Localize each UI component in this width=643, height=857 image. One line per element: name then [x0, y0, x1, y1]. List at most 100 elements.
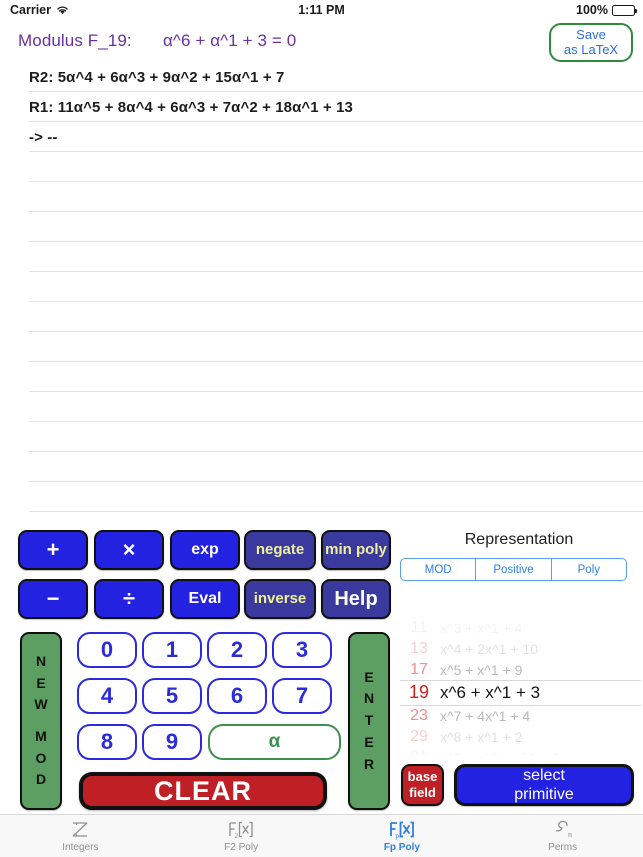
result-row[interactable] — [0, 242, 643, 272]
picker-row-polynomial: x^7 + 4x^1 + 4 — [440, 707, 531, 724]
base-field-button[interactable]: base field — [401, 764, 444, 806]
operator-button-min-poly[interactable]: min poly — [321, 530, 391, 570]
enter-button[interactable]: E N T E R — [348, 632, 390, 810]
representation-option-positive[interactable]: Positive — [475, 559, 550, 580]
digit-key-label: 8 — [100, 729, 114, 754]
primitive-polynomial-picker[interactable]: 11 x^3 + x^1 + 4 13 x^4 + 2x^1 + 10 17 x^5 + … — [398, 615, 643, 755]
save-as-latex-button[interactable]: Save as LaTeX — [549, 23, 633, 62]
picker-row[interactable]: 11 x^3 + x^1 + 4 — [398, 617, 643, 638]
operator-button-help[interactable]: Help — [321, 579, 391, 619]
new-mod-label-e: E — [36, 674, 46, 691]
result-row[interactable] — [0, 272, 643, 302]
operator-button-÷[interactable]: ÷ — [94, 579, 164, 619]
result-row[interactable] — [0, 302, 643, 332]
picker-row-prime: 17 — [410, 660, 428, 678]
digit-key-5[interactable]: 5 — [142, 678, 202, 714]
operator-button-−[interactable]: − — [18, 579, 88, 619]
picker-row-selected[interactable]: 19 x^6 + x^1 + 3 — [398, 680, 643, 705]
digit-key-3[interactable]: 3 — [272, 632, 332, 668]
digit-key-label: 3 — [295, 637, 309, 662]
enter-label-n: N — [363, 690, 375, 707]
representation-option-poly[interactable]: Poly — [550, 559, 626, 580]
f2-poly-icon: 2 — [226, 819, 256, 840]
results-table[interactable]: R2: 5α^4 + 6α^3 + 9α^2 + 15α^1 + 7 R1: 11… — [0, 62, 643, 517]
tab-fp-poly[interactable]: p Fp Poly — [322, 819, 483, 853]
tab-f2-poly[interactable]: 2 F2 Poly — [161, 819, 322, 853]
digit-key-7[interactable]: 7 — [272, 678, 332, 714]
tab-integers[interactable]: Integers — [0, 819, 161, 853]
picker-row-polynomial: x^9 + x^2 + x^1 + 6 — [440, 750, 560, 756]
perms-sn-icon: n — [551, 819, 575, 840]
representation-option-mod[interactable]: MOD — [401, 559, 475, 580]
representation-option-label: MOD — [424, 563, 452, 576]
digit-key-4[interactable]: 4 — [77, 678, 137, 714]
status-bar-time: 1:11 PM — [298, 3, 345, 17]
result-row[interactable] — [0, 362, 643, 392]
result-row-text: R2: 5α^4 + 6α^3 + 9α^2 + 15α^1 + 7 — [29, 69, 285, 86]
save-as-latex-line1: Save — [576, 26, 606, 42]
picker-row[interactable]: 13 x^4 + 2x^1 + 10 — [398, 638, 643, 659]
operator-button-inverse[interactable]: inverse — [244, 579, 316, 619]
operator-button-negate[interactable]: negate — [244, 530, 316, 570]
picker-row[interactable]: 17 x^5 + x^1 + 9 — [398, 659, 643, 680]
result-row[interactable] — [0, 392, 643, 422]
new-mod-label-m: M — [35, 728, 47, 744]
result-row[interactable] — [0, 152, 643, 182]
tab-perms[interactable]: n Perms — [482, 819, 643, 853]
new-mod-label-n: N — [35, 652, 47, 669]
picker-row-prime: 31 — [398, 749, 440, 756]
base-field-line1: base — [407, 768, 438, 784]
digit-key-label: 2 — [230, 637, 244, 662]
alpha-key-label: α — [268, 731, 281, 752]
digit-key-0[interactable]: 0 — [77, 632, 137, 668]
result-row[interactable]: -> -- — [0, 122, 643, 152]
picker-row-prime: 23 — [410, 706, 428, 724]
result-row-text: R1: 11α^5 + 8α^4 + 6α^3 + 7α^2 + 18α^1 +… — [29, 99, 353, 116]
picker-row[interactable]: 31x^9 + x^2 + x^1 + 6 — [398, 747, 643, 756]
operator-button-+[interactable]: + — [18, 530, 88, 570]
digit-key-6[interactable]: 6 — [207, 678, 267, 714]
digit-key-1[interactable]: 1 — [142, 632, 202, 668]
result-row[interactable]: R1: 11α^5 + 8α^4 + 6α^3 + 7α^2 + 18α^1 +… — [0, 92, 643, 122]
digit-key-8[interactable]: 8 — [77, 724, 137, 760]
tab-label: Perms — [548, 842, 578, 853]
result-row[interactable] — [0, 332, 643, 362]
tab-label: F2 Poly — [224, 842, 259, 853]
picker-row-prime: 19 — [408, 682, 430, 702]
enter-label-e: E — [364, 668, 374, 685]
digit-key-2[interactable]: 2 — [207, 632, 267, 668]
tab-label: Fp Poly — [383, 842, 420, 853]
operator-button-label: min poly — [325, 541, 387, 559]
alpha-key[interactable]: α — [208, 724, 341, 760]
clear-button[interactable]: CLEAR — [79, 772, 327, 810]
representation-segmented-control[interactable]: MOD Positive Poly — [400, 558, 627, 581]
representation-option-label: Poly — [577, 563, 600, 576]
new-mod-button[interactable]: N E W M O D — [20, 632, 62, 810]
picker-row-prime: 11 — [410, 618, 428, 636]
result-row[interactable] — [0, 482, 643, 512]
result-row[interactable] — [0, 212, 643, 242]
picker-row[interactable]: 29 x^8 + x^1 + 2 — [398, 726, 643, 747]
battery-percent-label: 100% — [576, 3, 608, 17]
result-row[interactable]: R2: 5α^4 + 6α^3 + 9α^2 + 15α^1 + 7 — [0, 62, 643, 92]
operator-button-exp[interactable]: exp — [170, 530, 240, 570]
operator-button-label: negate — [255, 541, 305, 559]
result-row[interactable] — [0, 422, 643, 452]
representation-option-label: Positive — [493, 563, 534, 576]
result-row[interactable] — [0, 452, 643, 482]
fp-poly-icon: p — [387, 819, 417, 840]
base-field-line2: field — [409, 785, 436, 800]
digit-key-9[interactable]: 9 — [142, 724, 202, 760]
result-row[interactable] — [0, 182, 643, 212]
operator-button-label: − — [46, 586, 60, 612]
select-primitive-button[interactable]: select primitive — [454, 764, 634, 806]
digit-key-label: 0 — [100, 637, 114, 662]
picker-row[interactable]: 23 x^7 + 4x^1 + 4 — [398, 705, 643, 726]
operator-button-eval[interactable]: Eval — [170, 579, 240, 619]
digit-key-label: 6 — [230, 683, 244, 708]
status-bar: Carrier 1:11 PM 100% — [0, 0, 643, 20]
new-mod-label-w: W — [34, 696, 48, 713]
picker-row-polynomial: x^3 + x^1 + 4 — [440, 619, 523, 636]
picker-row-polynomial: x^8 + x^1 + 2 — [440, 728, 523, 745]
operator-button-×[interactable]: × — [94, 530, 164, 570]
